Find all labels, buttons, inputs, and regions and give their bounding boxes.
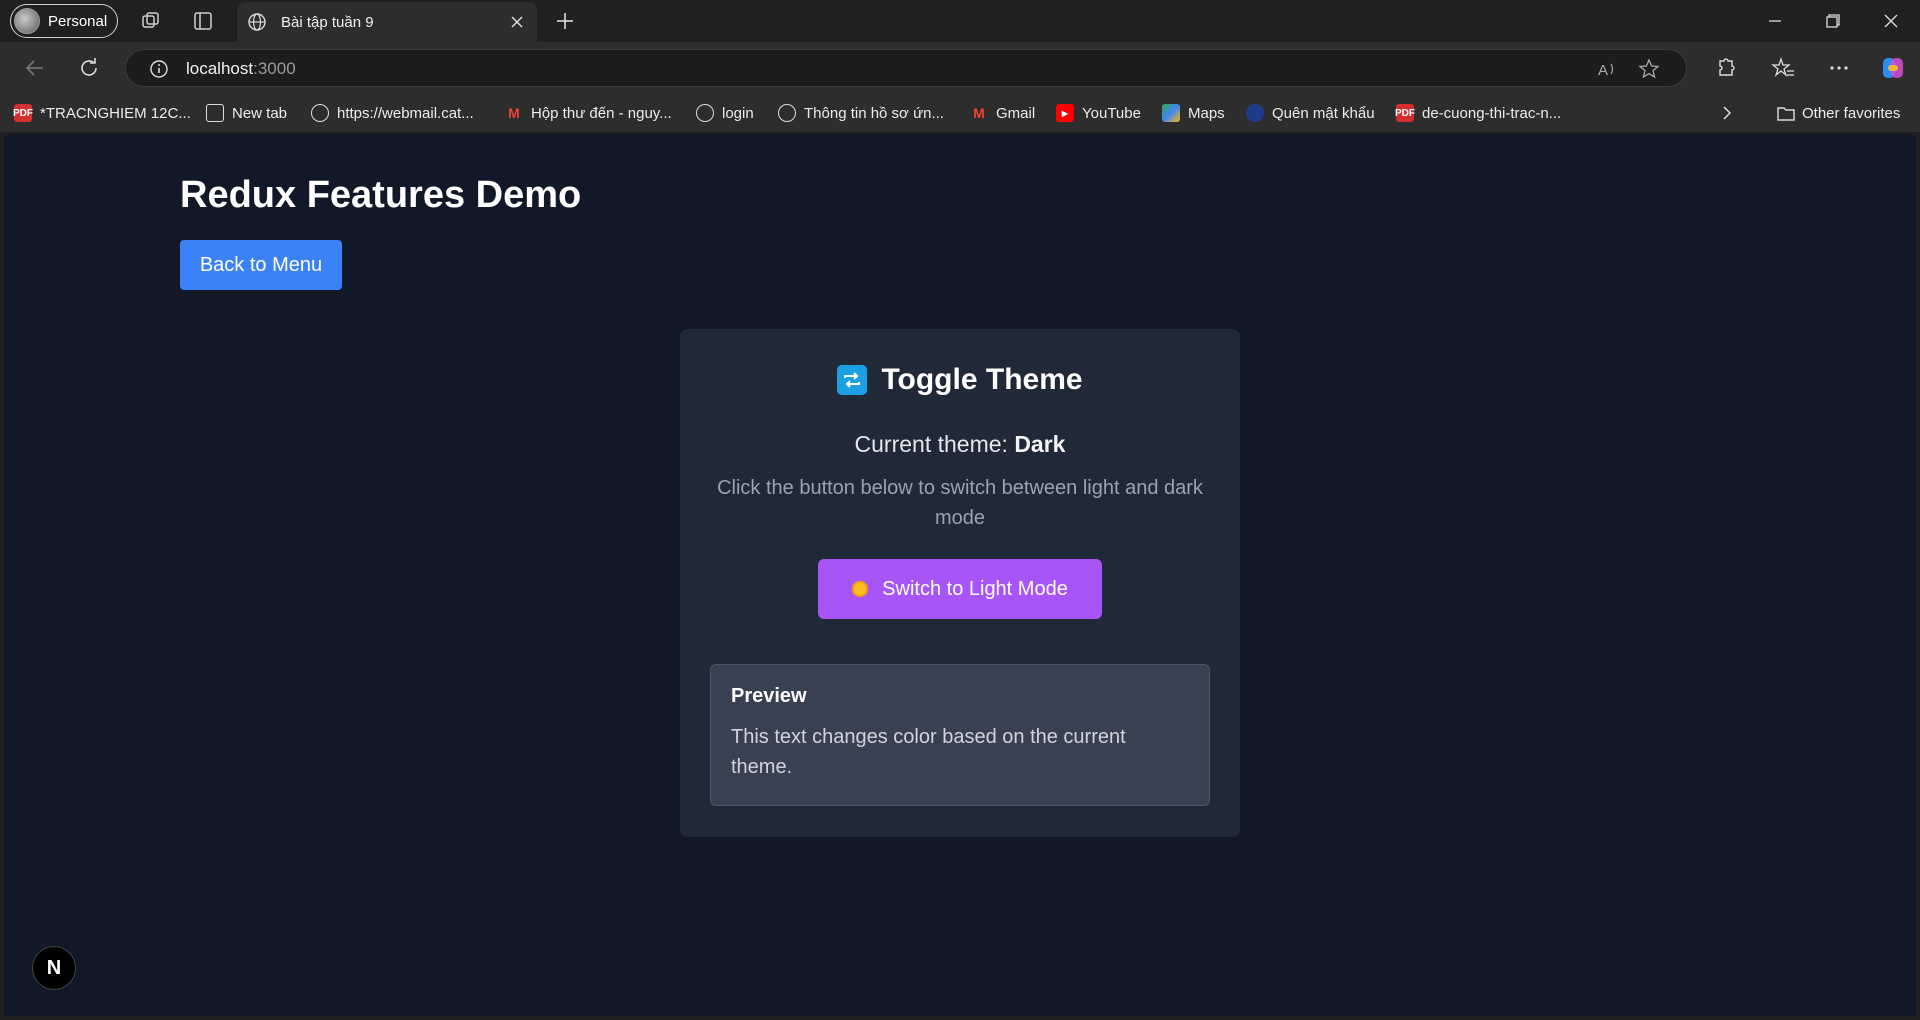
youtube-icon: ▶	[1056, 104, 1074, 122]
new-tab-icon[interactable]	[552, 8, 578, 34]
bookmark-item[interactable]: PDF *TRACNGHIEM 12C...	[13, 103, 191, 123]
bookmark-item[interactable]: login	[696, 103, 754, 123]
repeat-icon	[837, 365, 868, 395]
copilot-icon[interactable]	[1880, 55, 1906, 81]
url-host: localhost	[186, 59, 254, 78]
bookmark-label: Maps	[1188, 104, 1225, 122]
tab-actions-icon[interactable]	[192, 10, 214, 32]
avatar	[14, 8, 40, 34]
title-bar: Personal Bài tập tuần 9	[0, 0, 1920, 42]
globe-icon	[696, 104, 714, 122]
minimize-icon[interactable]	[1762, 8, 1788, 34]
globe-icon	[311, 104, 329, 122]
bookmarks-bar: PDF *TRACNGHIEM 12C... New tab https://we…	[0, 94, 1920, 132]
switch-theme-label: Switch to Light Mode	[882, 577, 1068, 600]
info-icon[interactable]	[148, 58, 170, 80]
bookmark-label: Quên mật khẩu	[1272, 104, 1375, 122]
sun-icon	[852, 581, 869, 597]
other-favorites-label: Other favorites	[1802, 104, 1901, 122]
bookmark-item[interactable]: PDF de-cuong-thi-trac-n...	[1395, 103, 1562, 123]
back-arrow-icon[interactable]	[22, 55, 48, 81]
bookmark-item[interactable]: Maps	[1162, 103, 1225, 123]
globe-icon	[248, 13, 266, 31]
bookmark-label: Hộp thư đến - nguy...	[531, 104, 672, 122]
bookmark-label: *TRACNGHIEM 12C...	[40, 104, 191, 122]
globe-icon	[778, 104, 796, 122]
close-icon[interactable]	[509, 14, 525, 30]
folder-icon	[1777, 107, 1795, 121]
chevron-right-icon[interactable]	[1718, 104, 1736, 122]
url-text: localhost:3000	[186, 59, 296, 79]
bookmark-item[interactable]: New tab	[206, 103, 287, 123]
profile-button[interactable]: Personal	[10, 4, 118, 38]
bookmark-item[interactable]: Quên mật khẩu	[1246, 103, 1375, 123]
refresh-icon[interactable]	[76, 55, 102, 81]
preview-title: Preview	[731, 685, 807, 707]
pdf-icon: PDF	[13, 104, 33, 122]
newtab-icon	[206, 104, 224, 122]
theme-hint: Click the button below to switch between…	[717, 477, 1203, 529]
extensions-icon[interactable]	[1712, 55, 1738, 81]
current-theme-value: Dark	[1014, 431, 1066, 457]
bookmark-item[interactable]: M Hộp thư đến - nguy...	[505, 103, 672, 123]
bookmark-label: Thông tin hồ sơ ứn...	[804, 104, 944, 122]
gmail-icon: M	[508, 105, 520, 121]
bookmark-item[interactable]: M Gmail	[970, 103, 1035, 123]
bookmark-label: New tab	[232, 104, 288, 122]
nextjs-badge[interactable]: N	[32, 946, 76, 990]
more-icon[interactable]	[1826, 55, 1852, 81]
bookmark-label: login	[722, 104, 754, 122]
page-title: Redux Features Demo	[180, 174, 582, 216]
pdf-icon: PDF	[1395, 104, 1415, 122]
card-title-text: Toggle Theme	[881, 363, 1083, 396]
bookmark-label: Gmail	[996, 104, 1036, 122]
other-favorites[interactable]: Other favorites	[1776, 103, 1900, 123]
url-port: :3000	[253, 59, 296, 78]
star-icon[interactable]	[1638, 58, 1660, 80]
window-close-icon[interactable]	[1878, 8, 1904, 34]
bookmark-label: de-cuong-thi-trac-n...	[1422, 104, 1562, 122]
preview-text: This text changes color based on the cur…	[731, 726, 1126, 778]
bookmark-item[interactable]: ▶ YouTube	[1056, 103, 1141, 123]
card-title: Toggle Theme	[680, 363, 1240, 397]
web-page: Redux Features Demo Back to Menu Toggle …	[4, 134, 1916, 1016]
favorites-icon[interactable]	[1770, 55, 1796, 81]
gmail-icon: M	[973, 105, 985, 121]
bookmark-item[interactable]: Thông tin hồ sơ ứn...	[778, 103, 944, 123]
current-theme: Current theme: Dark	[680, 431, 1240, 458]
restore-icon[interactable]	[1820, 8, 1846, 34]
workspaces-icon[interactable]	[140, 10, 162, 32]
bookmark-label: https://webmail.cat...	[337, 104, 474, 122]
current-theme-label: Current theme:	[854, 431, 1008, 457]
read-aloud-icon[interactable]: A	[1596, 58, 1618, 80]
shield-icon	[1246, 104, 1264, 122]
bookmark-item[interactable]: https://webmail.cat...	[311, 103, 474, 123]
maps-icon	[1162, 104, 1180, 122]
svg-text:A: A	[1598, 62, 1608, 79]
tab-title: Bài tập tuần 9	[281, 13, 374, 31]
bookmark-label: YouTube	[1082, 104, 1141, 122]
switch-theme-button[interactable]: Switch to Light Mode	[818, 559, 1102, 619]
profile-label: Personal	[48, 12, 108, 30]
address-bar[interactable]: localhost:3000 A	[125, 49, 1687, 87]
toggle-theme-card: Toggle Theme Current theme: Dark Click t…	[680, 329, 1240, 837]
back-to-menu-button[interactable]: Back to Menu	[180, 240, 342, 290]
preview-box: Preview This text changes color based on…	[710, 664, 1210, 806]
browser-tab[interactable]: Bài tập tuần 9	[237, 2, 537, 42]
address-toolbar: localhost:3000 A	[0, 42, 1920, 94]
